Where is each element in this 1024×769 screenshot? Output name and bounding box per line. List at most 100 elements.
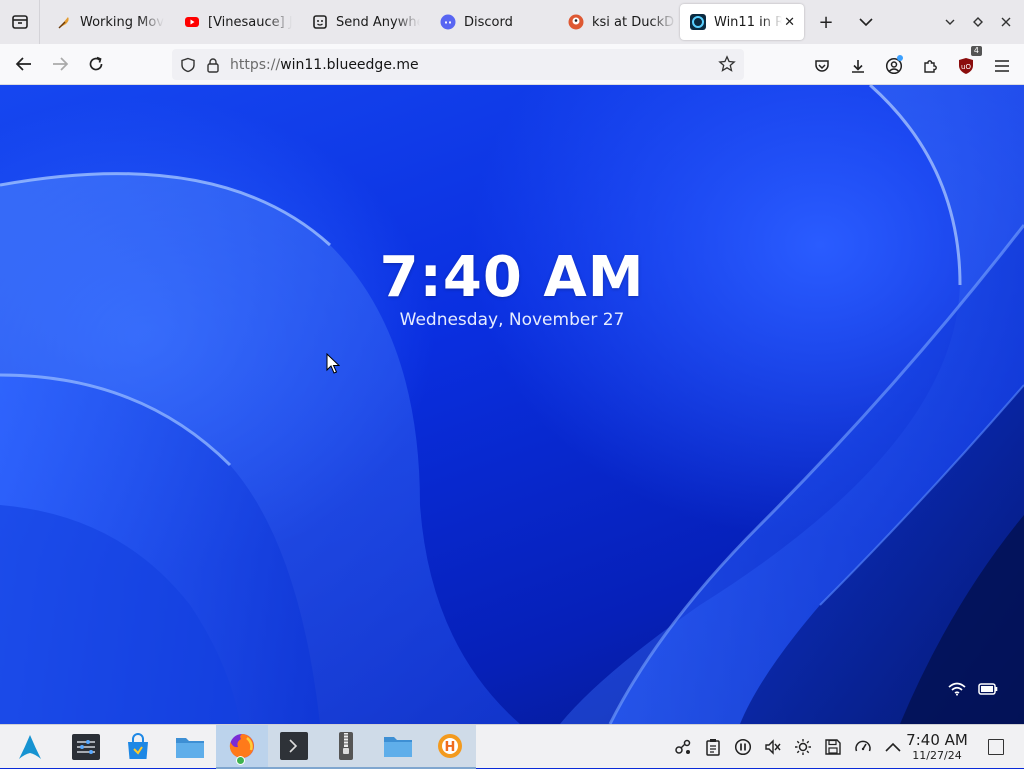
taskbar-files[interactable] (164, 725, 216, 769)
navigation-toolbar: https://win11.blueedge.me uO 4 (0, 44, 1024, 85)
lock-screen-time: 7:40 AM (379, 245, 645, 310)
tray-media-pause[interactable] (728, 725, 758, 769)
save-disk-icon (825, 739, 841, 755)
list-all-tabs-button[interactable] (846, 0, 886, 44)
tab-discord[interactable]: Discord (424, 0, 552, 44)
ublock-count-badge: 4 (970, 46, 982, 56)
close-window-button[interactable] (992, 0, 1020, 44)
maximize-button[interactable] (964, 0, 992, 44)
chevron-down-icon (859, 18, 873, 27)
puzzle-icon (924, 60, 937, 73)
discord-icon (440, 14, 456, 30)
battery-icon (978, 683, 998, 695)
lock-screen-status (948, 682, 998, 696)
taskbar-hoppscotch[interactable]: H (424, 724, 476, 769)
taskbar-file-manager[interactable] (372, 724, 424, 769)
tab-list-icon (11, 15, 28, 29)
network-share-icon (675, 739, 691, 754)
wifi-icon (948, 682, 966, 696)
menu-button[interactable] (984, 48, 1020, 84)
archive-icon (339, 731, 353, 760)
arch-logo-icon (19, 734, 41, 759)
show-desktop-button[interactable] (988, 739, 1004, 755)
folder-icon (384, 736, 412, 757)
extensions-button[interactable] (912, 48, 948, 84)
url-scheme: https:// (230, 56, 281, 73)
tab-title: Win11 in R (714, 14, 782, 30)
tab-title: Working Mov (80, 14, 164, 30)
tray-clipboard[interactable] (698, 725, 728, 769)
app-launcher-button[interactable] (0, 725, 60, 769)
tab-duckduckgo[interactable]: ksi at DuckD (552, 0, 680, 44)
forward-button[interactable] (42, 46, 78, 82)
lock-icon (207, 57, 219, 73)
ublock-shield-icon: uO (959, 58, 973, 74)
star-icon[interactable] (718, 55, 736, 73)
maximize-icon (973, 17, 983, 27)
download-icon (852, 60, 864, 73)
gauge-icon (855, 740, 871, 752)
svg-text:H: H (445, 740, 456, 755)
tray-storage[interactable] (818, 725, 848, 769)
duckduckgo-icon (568, 14, 584, 30)
volume-muted-icon (765, 739, 781, 755)
tab-working-mov[interactable]: Working Mov (40, 0, 168, 44)
pocket-icon (815, 60, 829, 72)
account-button[interactable] (876, 48, 912, 84)
tab-win11[interactable]: Win11 in R ✕ (680, 4, 804, 40)
url-text[interactable]: https://win11.blueedge.me (230, 57, 419, 73)
tray-volume[interactable] (758, 725, 788, 769)
taskbar-store[interactable] (112, 725, 164, 769)
tray-power-profile[interactable] (848, 725, 878, 769)
mouse-cursor-icon (326, 353, 340, 374)
tab-title: ksi at DuckD (592, 14, 675, 30)
downloads-button[interactable] (840, 48, 876, 84)
clipboard-icon (706, 739, 720, 756)
notification-dot-icon (897, 55, 903, 61)
send-anywhere-icon (312, 14, 328, 30)
tray-brightness[interactable] (788, 725, 818, 769)
lock-screen[interactable]: 7:40 AM Wednesday, November 27 (0, 85, 1024, 724)
shield-icon (181, 57, 195, 72)
taskbar-time: 7:40 AM (906, 731, 968, 749)
close-icon (1001, 17, 1011, 27)
arrow-right-icon (53, 57, 69, 71)
minimize-icon (945, 19, 955, 25)
taskbar-firefox[interactable] (216, 724, 268, 769)
tab-title: Send Anywhe (336, 14, 420, 30)
close-tab-icon[interactable]: ✕ (784, 15, 795, 30)
new-tab-button[interactable]: + (806, 0, 846, 44)
url-bar[interactable]: https://win11.blueedge.me (172, 49, 744, 80)
active-indicator-icon (236, 755, 245, 765)
taskbar-archive[interactable] (320, 724, 372, 769)
pause-circle-icon (734, 738, 752, 756)
taskbar-settings[interactable] (60, 725, 112, 769)
arrow-left-icon (15, 57, 31, 71)
sliders-icon (72, 733, 100, 760)
brightness-icon (795, 739, 811, 755)
tab-title: Discord (464, 14, 513, 30)
url-host: win11.blueedge.me (280, 56, 419, 73)
win11-icon (690, 14, 706, 30)
pocket-button[interactable] (804, 48, 840, 84)
bloom-wallpaper-image (0, 85, 1024, 724)
taskbar-clock[interactable]: 7:40 AM 11/27/24 (904, 731, 970, 763)
hamburger-menu-icon (995, 60, 1009, 72)
chevron-up-icon (885, 742, 901, 752)
store-bag-icon (128, 732, 148, 759)
reload-icon (89, 56, 103, 71)
lock-screen-date: Wednesday, November 27 (399, 310, 625, 330)
ublock-button[interactable]: uO 4 (948, 46, 984, 84)
tray-network-share[interactable] (668, 725, 698, 769)
folder-icon (176, 737, 204, 758)
reload-button[interactable] (78, 46, 114, 82)
tab-vinesauce[interactable]: [Vinesauce] J (168, 0, 296, 44)
tab-strip: Working Mov [Vinesauce] J Send Anywhe Di… (0, 0, 1024, 44)
back-button[interactable] (6, 46, 42, 82)
feather-icon (56, 14, 72, 30)
taskbar-terminal[interactable] (268, 724, 320, 769)
system-tray (668, 725, 908, 769)
tab-send-anywhere[interactable]: Send Anywhe (296, 0, 424, 44)
minimize-button[interactable] (936, 0, 964, 44)
tab-list-button[interactable] (0, 0, 40, 44)
